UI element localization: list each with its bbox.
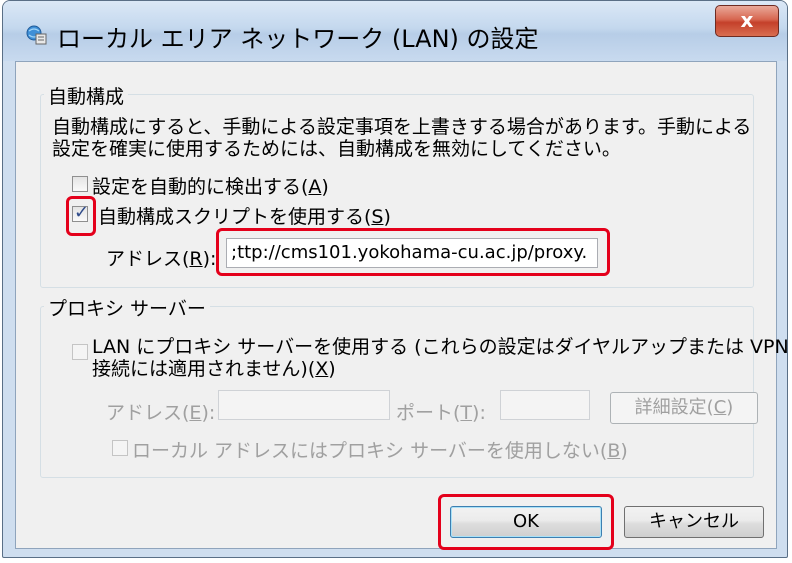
- window-title: ローカル エリア ネットワーク (LAN) の設定: [57, 25, 539, 53]
- bypass-local-label[interactable]: ローカル アドレスにはプロキシ サーバーを使用しない(B): [132, 436, 628, 463]
- advanced-settings-button[interactable]: 詳細設定(C): [610, 392, 758, 424]
- auto-config-description-line2: 設定を確実に使用するためには、自動構成を無効にしてください。: [52, 138, 621, 160]
- use-script-label[interactable]: 自動構成スクリプトを使用する(S): [98, 202, 391, 229]
- script-address-input[interactable]: ;ttp://cms101.yokohama-cu.ac.jp/proxy.: [226, 238, 598, 268]
- script-address-label: アドレス(R):: [106, 248, 217, 270]
- auto-detect-checkbox[interactable]: [72, 176, 88, 192]
- dialog-window: ローカル エリア ネットワーク (LAN) の設定 x 自動構成 自動構成にする…: [2, 0, 788, 558]
- proxy-server-legend: プロキシ サーバー: [44, 294, 210, 321]
- proxy-address-label: アドレス(E):: [106, 402, 216, 424]
- proxy-port-input[interactable]: [500, 390, 590, 420]
- dialog-client-area: 自動構成 自動構成にすると、手動による設定事項を上書きする場合があります。手動に…: [15, 61, 787, 550]
- checkmark-icon: ✓: [74, 202, 90, 223]
- use-proxy-checkbox[interactable]: [72, 344, 88, 360]
- proxy-port-label: ポート(T):: [396, 402, 486, 424]
- title-bar[interactable]: ローカル エリア ネットワーク (LAN) の設定 x: [3, 1, 787, 61]
- use-proxy-label-line2[interactable]: 接続には適用されません)(X): [92, 354, 336, 381]
- proxy-address-input[interactable]: [218, 390, 390, 420]
- cancel-button[interactable]: キャンセル: [624, 506, 764, 538]
- network-settings-icon: [26, 25, 47, 45]
- ok-button[interactable]: OK: [450, 506, 602, 538]
- bypass-local-checkbox[interactable]: [112, 440, 128, 456]
- use-script-checkbox[interactable]: ✓: [72, 202, 89, 223]
- close-button[interactable]: x: [715, 5, 779, 37]
- close-icon: x: [740, 8, 754, 32]
- auto-detect-label[interactable]: 設定を自動的に検出する(A): [92, 172, 329, 199]
- auto-config-legend: 自動構成: [44, 82, 129, 109]
